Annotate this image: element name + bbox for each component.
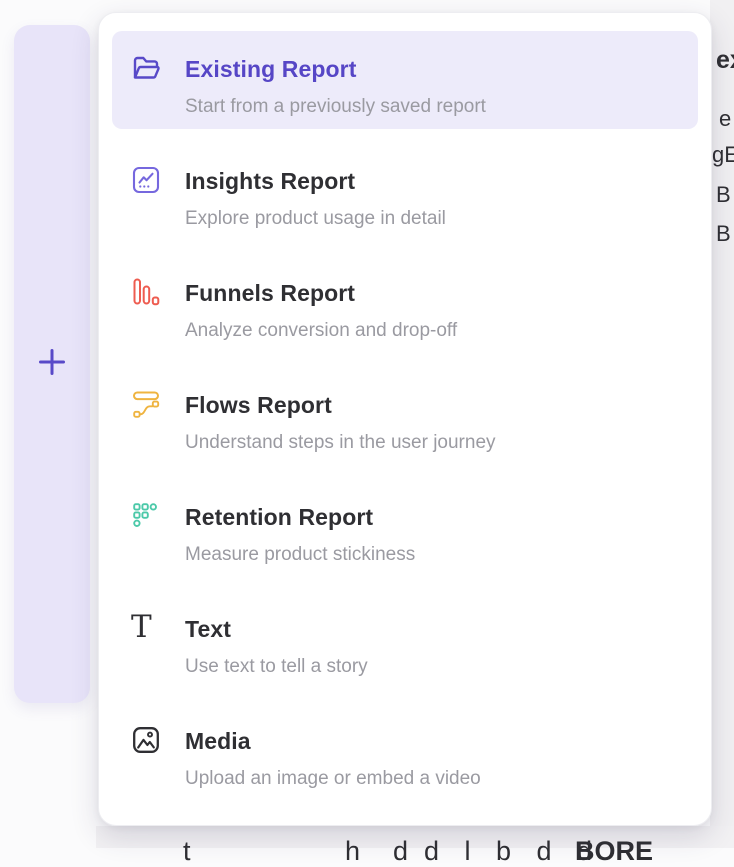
flow-icon	[131, 389, 161, 419]
menu-item-funnels-report[interactable]: Funnels Report Analyze conversion and dr…	[112, 255, 698, 353]
menu-item-text: Media Upload an image or embed a video	[185, 727, 481, 792]
background-text-fragment: h	[345, 836, 360, 867]
background-text-fragment: BORE	[575, 836, 653, 867]
menu-item-existing-report[interactable]: Existing Report Start from a previously …	[112, 31, 698, 129]
funnel-bars-icon	[131, 277, 161, 307]
background-text-fragment: d	[393, 836, 408, 867]
background-text-fragment: gE	[712, 142, 734, 168]
menu-item-text: Text Use text to tell a story	[185, 615, 368, 680]
menu-item-text: Flows Report Understand steps in the use…	[185, 391, 496, 456]
menu-item-subtitle: Explore product usage in detail	[185, 206, 446, 232]
menu-item-text: Funnels Report Analyze conversion and dr…	[185, 279, 457, 344]
media-image-icon	[131, 725, 161, 755]
menu-item-title: Retention Report	[185, 503, 415, 531]
plus-icon	[36, 346, 68, 383]
menu-item-title: Text	[185, 615, 368, 643]
background-text-fragment: e	[719, 106, 731, 132]
background-text-fragment: B	[716, 221, 731, 247]
menu-item-insights-report[interactable]: Insights Report Explore product usage in…	[112, 143, 698, 241]
app-root: { "colors": { "accent_purple": "#5646c6"…	[0, 0, 734, 848]
menu-item-retention-report[interactable]: Retention Report Measure product stickin…	[112, 479, 698, 577]
menu-item-title: Funnels Report	[185, 279, 457, 307]
menu-item-text-block[interactable]: T Text Use text to tell a story	[112, 591, 698, 689]
text-icon: T	[131, 613, 161, 643]
menu-item-title: Flows Report	[185, 391, 496, 419]
menu-item-subtitle: Understand steps in the user journey	[185, 430, 496, 456]
menu-item-subtitle: Start from a previously saved report	[185, 94, 486, 120]
background-text-fragment: B	[716, 182, 731, 208]
menu-item-title: Media	[185, 727, 481, 755]
menu-item-subtitle: Use text to tell a story	[185, 654, 368, 680]
menu-item-text: Retention Report Measure product stickin…	[185, 503, 415, 568]
line-chart-icon	[131, 165, 161, 195]
menu-item-subtitle: Analyze conversion and drop-off	[185, 318, 457, 344]
menu-item-text: Existing Report Start from a previously …	[185, 55, 486, 120]
add-report-button[interactable]	[14, 25, 90, 703]
menu-item-flows-report[interactable]: Flows Report Understand steps in the use…	[112, 367, 698, 465]
menu-item-subtitle: Measure product stickiness	[185, 542, 415, 568]
folder-open-icon	[131, 53, 161, 83]
menu-item-title: Insights Report	[185, 167, 446, 195]
background-text-fragment: ex	[716, 46, 734, 75]
menu-item-title: Existing Report	[185, 55, 486, 83]
add-report-menu: Existing Report Start from a previously …	[98, 12, 712, 826]
background-text-fragment: t	[183, 836, 191, 867]
retention-grid-icon	[131, 501, 161, 531]
menu-item-subtitle: Upload an image or embed a video	[185, 766, 481, 792]
menu-item-media-block[interactable]: Media Upload an image or embed a video	[112, 703, 698, 801]
menu-item-text: Insights Report Explore product usage in…	[185, 167, 446, 232]
